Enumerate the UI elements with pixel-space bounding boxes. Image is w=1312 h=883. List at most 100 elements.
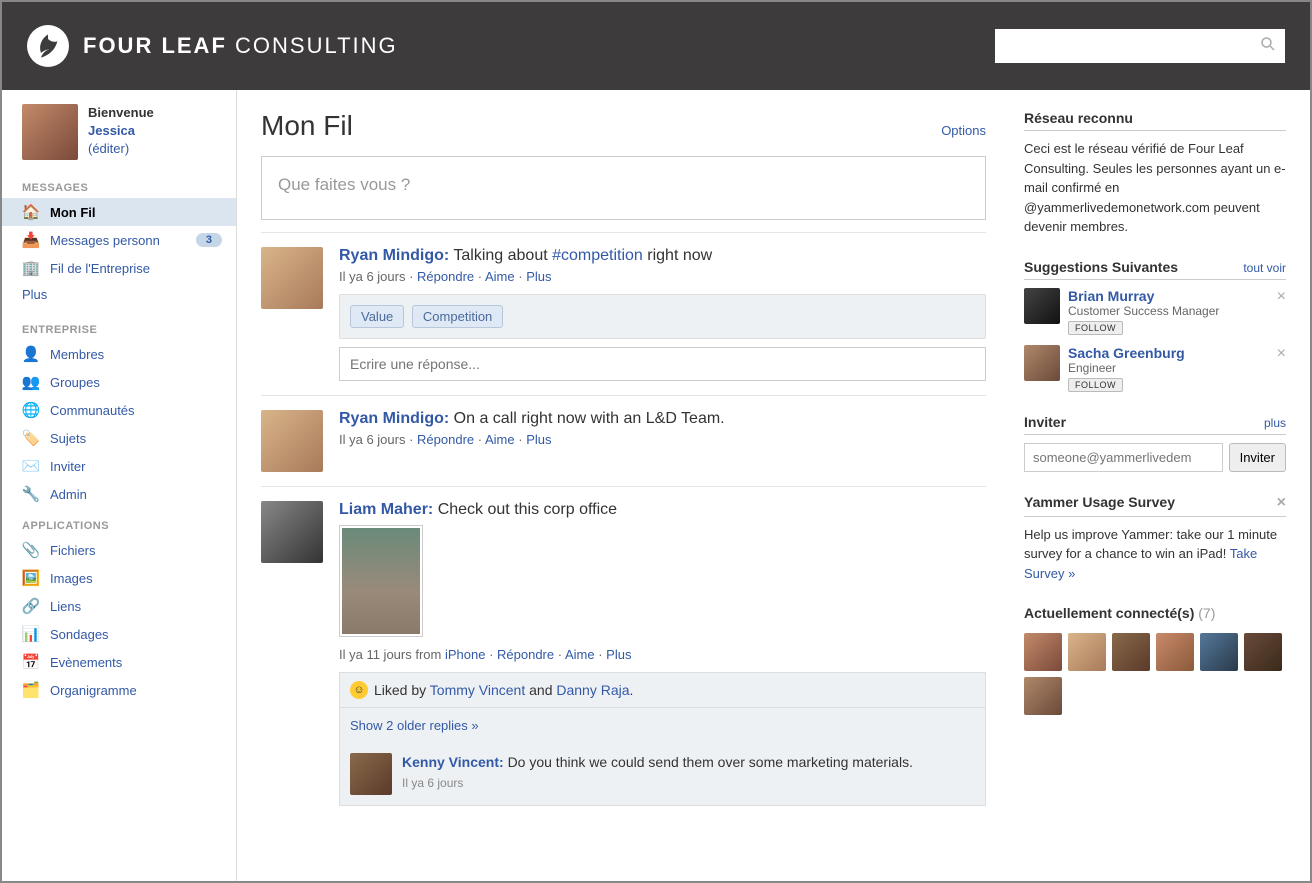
post-content: Ryan Mindigo: Talking about #competition… <box>339 247 986 265</box>
edit-profile-link[interactable]: (éditer) <box>88 141 129 156</box>
topic-tag[interactable]: Value <box>350 305 404 328</box>
invite-more-link[interactable]: plus <box>1264 416 1286 430</box>
liker-link[interactable]: Tommy Vincent <box>430 682 525 698</box>
follow-button[interactable]: FOLLOW <box>1068 321 1123 335</box>
like-link[interactable]: Aime <box>485 269 515 284</box>
sidebar-item-private-messages[interactable]: 📥 Messages personn 3 <box>2 226 236 254</box>
reply-link[interactable]: Répondre <box>417 269 474 284</box>
section-head-applications: APPLICATIONS <box>2 508 236 536</box>
avatar[interactable] <box>1156 633 1194 671</box>
search-box[interactable] <box>995 29 1285 63</box>
wrench-icon: 🔧 <box>22 485 40 503</box>
network-head: Réseau reconnu <box>1024 110 1286 131</box>
more-link[interactable]: Plus <box>526 432 551 447</box>
suggestion-item: Brian Murray Customer Success Manager FO… <box>1024 288 1286 335</box>
avatar[interactable] <box>261 247 323 309</box>
search-icon[interactable] <box>1259 35 1277 58</box>
sidebar-item-invite[interactable]: ✉️Inviter <box>2 452 236 480</box>
like-link[interactable]: Aime <box>565 647 595 662</box>
orgchart-icon: 🗂️ <box>22 681 40 699</box>
search-input[interactable] <box>1003 39 1259 54</box>
invite-email-input[interactable] <box>1024 443 1223 472</box>
group-icon: 👥 <box>22 373 40 391</box>
attachment-thumbnail[interactable] <box>339 525 423 637</box>
post-author-link[interactable]: Ryan Mindigo: <box>339 247 449 264</box>
post-content: Ryan Mindigo: On a call right now with a… <box>339 410 986 428</box>
avatar[interactable] <box>1244 633 1282 671</box>
sidebar: Bienvenue Jessica (éditer) MESSAGES 🏠 Mo… <box>2 90 237 881</box>
sidebar-item-admin[interactable]: 🔧Admin <box>2 480 236 508</box>
avatar[interactable] <box>1200 633 1238 671</box>
sidebar-item-orgchart[interactable]: 🗂️Organigramme <box>2 676 236 704</box>
smiley-icon: ☺ <box>350 681 368 699</box>
post-tags: Value Competition <box>339 294 986 339</box>
see-all-link[interactable]: tout voir <box>1243 261 1286 275</box>
more-link[interactable]: Plus <box>606 647 631 662</box>
suggestion-role: Engineer <box>1068 361 1185 375</box>
avatar[interactable] <box>1024 345 1060 381</box>
hashtag-link[interactable]: #competition <box>552 247 643 264</box>
invite-button[interactable]: Inviter <box>1229 443 1286 472</box>
liker-link[interactable]: Danny Raja <box>556 682 629 698</box>
close-icon[interactable]: × <box>1277 494 1286 512</box>
sidebar-item-files[interactable]: 📎Fichiers <box>2 536 236 564</box>
post-meta: Il ya 6 jours · Répondre · Aime · Plus <box>339 269 986 284</box>
sidebar-item-communities[interactable]: 🌐Communautés <box>2 396 236 424</box>
invite-head: Inviter <box>1024 414 1066 430</box>
liked-by-bar: ☺ Liked by Tommy Vincent and Danny Raja. <box>339 672 986 708</box>
sidebar-item-company-feed[interactable]: 🏢 Fil de l'Entreprise <box>2 254 236 282</box>
close-icon[interactable]: × <box>1277 345 1286 363</box>
sidebar-item-images[interactable]: 🖼️Images <box>2 564 236 592</box>
topic-tag[interactable]: Competition <box>412 305 503 328</box>
like-link[interactable]: Aime <box>485 432 515 447</box>
sidebar-item-members[interactable]: 👤Membres <box>2 340 236 368</box>
avatar[interactable] <box>1068 633 1106 671</box>
online-users <box>1024 633 1286 715</box>
show-older-replies[interactable]: Show 2 older replies » <box>339 708 986 743</box>
reply-input[interactable] <box>339 347 986 381</box>
sidebar-item-polls[interactable]: 📊Sondages <box>2 620 236 648</box>
sidebar-item-my-feed[interactable]: 🏠 Mon Fil <box>2 198 236 226</box>
avatar[interactable] <box>350 753 392 795</box>
avatar[interactable] <box>1024 677 1062 715</box>
leaf-logo-icon <box>27 25 69 67</box>
post-author-link[interactable]: Liam Maher: <box>339 501 433 518</box>
sidebar-item-groups[interactable]: 👥Groupes <box>2 368 236 396</box>
feed-post: Ryan Mindigo: On a call right now with a… <box>261 395 986 486</box>
tag-icon: 🏷️ <box>22 429 40 447</box>
globe-icon: 🌐 <box>22 401 40 419</box>
reply-link[interactable]: Répondre <box>417 432 474 447</box>
follow-button[interactable]: FOLLOW <box>1068 378 1123 392</box>
avatar[interactable] <box>261 410 323 472</box>
page-title: Mon Fil <box>261 110 353 142</box>
sidebar-more-messages[interactable]: Plus <box>2 282 236 312</box>
welcome-username[interactable]: Jessica <box>88 123 135 138</box>
composer-input[interactable]: Que faites vous ? <box>261 156 986 220</box>
unread-badge: 3 <box>196 233 222 247</box>
post-author-link[interactable]: Ryan Mindigo: <box>339 410 449 427</box>
feed-options-link[interactable]: Options <box>941 123 986 138</box>
sidebar-item-links[interactable]: 🔗Liens <box>2 592 236 620</box>
suggestion-name[interactable]: Sacha Greenburg <box>1068 345 1185 361</box>
source-link[interactable]: iPhone <box>445 647 485 662</box>
post-meta: Il ya 6 jours · Répondre · Aime · Plus <box>339 432 986 447</box>
reply-link[interactable]: Répondre <box>497 647 554 662</box>
avatar[interactable] <box>1024 288 1060 324</box>
avatar[interactable] <box>22 104 78 160</box>
mail-icon: ✉️ <box>22 457 40 475</box>
avatar[interactable] <box>1112 633 1150 671</box>
close-icon[interactable]: × <box>1277 288 1286 306</box>
sidebar-item-events[interactable]: 📅Evènements <box>2 648 236 676</box>
building-icon: 🏢 <box>22 259 40 277</box>
brand: FOUR LEAF CONSULTING <box>27 25 398 67</box>
brand-text: FOUR LEAF CONSULTING <box>83 33 398 59</box>
suggestion-name[interactable]: Brian Murray <box>1068 288 1219 304</box>
sidebar-item-topics[interactable]: 🏷️Sujets <box>2 424 236 452</box>
survey-body: Help us improve Yammer: take our 1 minut… <box>1024 525 1286 584</box>
avatar[interactable] <box>261 501 323 563</box>
home-icon: 🏠 <box>22 203 40 221</box>
reply-author-link[interactable]: Kenny Vincent: <box>402 754 504 770</box>
chart-icon: 📊 <box>22 625 40 643</box>
more-link[interactable]: Plus <box>526 269 551 284</box>
avatar[interactable] <box>1024 633 1062 671</box>
